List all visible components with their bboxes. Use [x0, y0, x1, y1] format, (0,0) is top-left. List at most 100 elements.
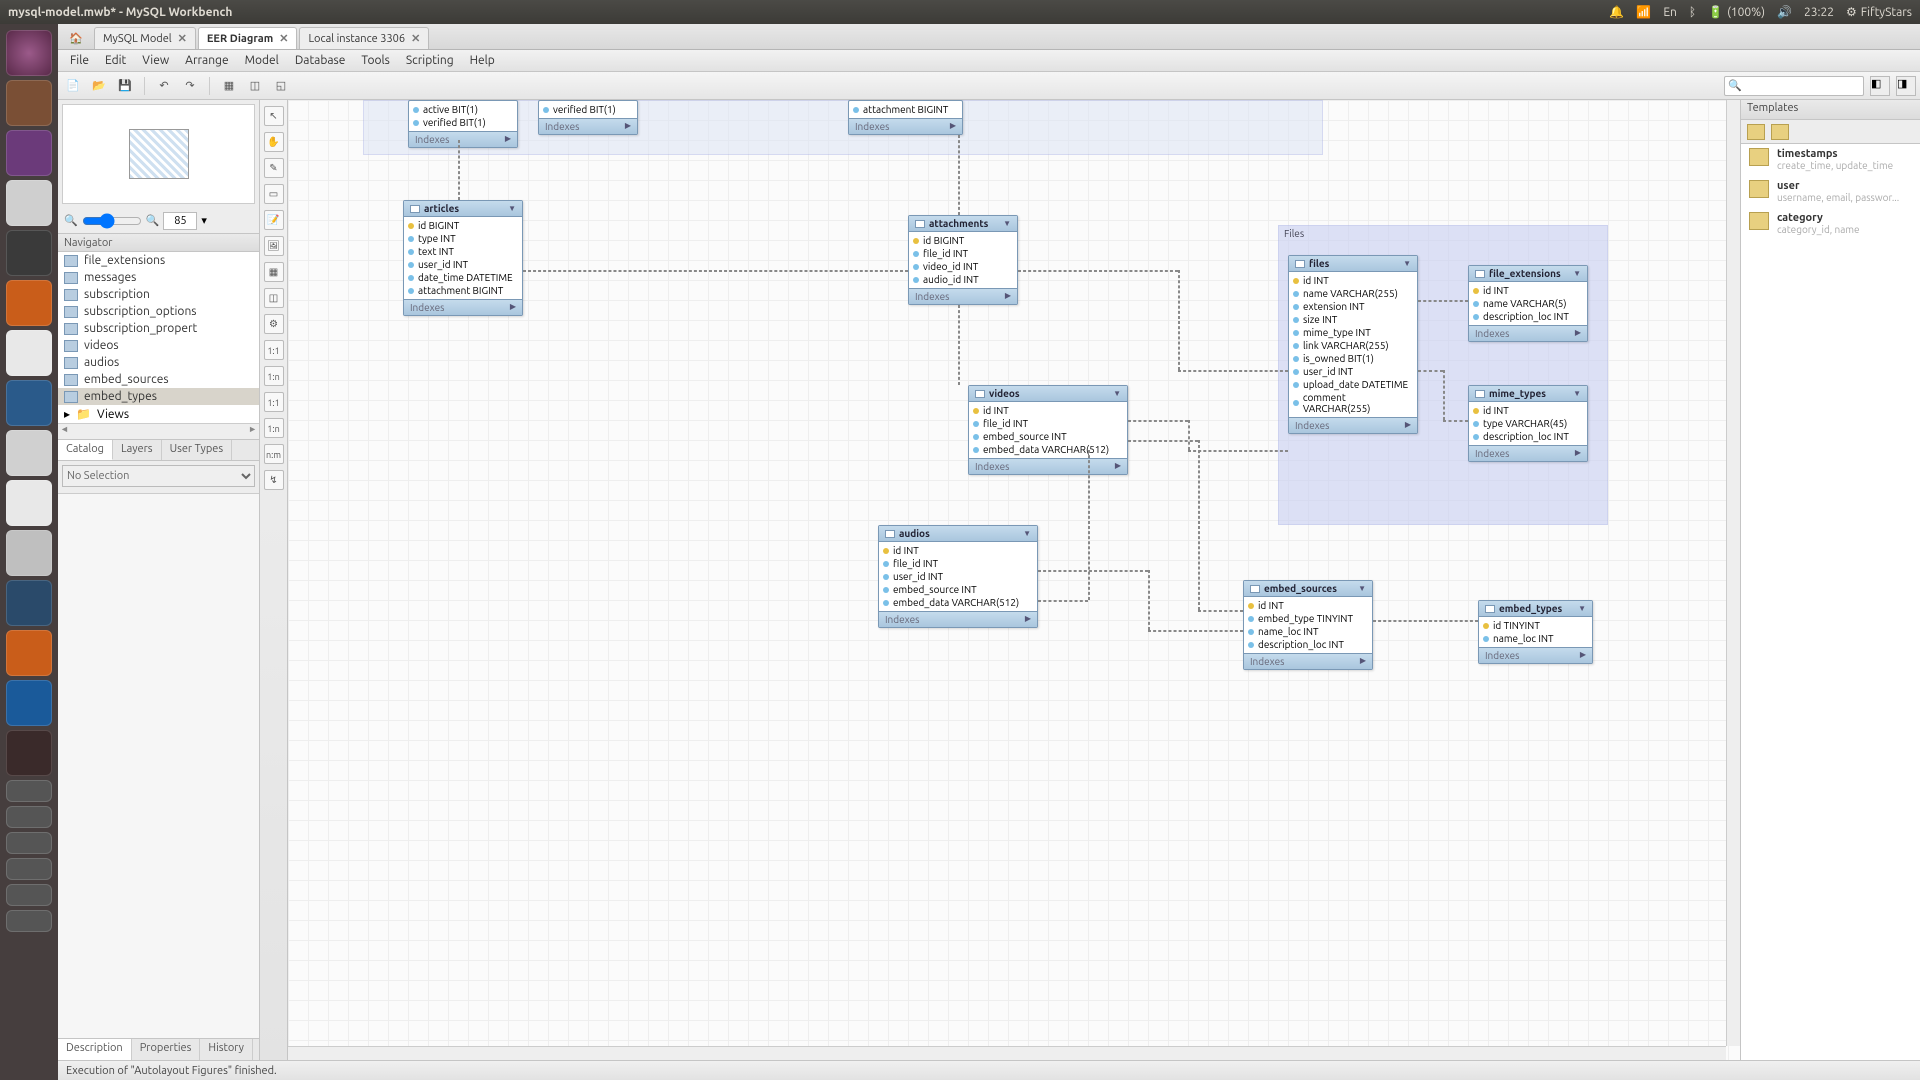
- column-row[interactable]: embed_type TINYINT: [1248, 612, 1368, 625]
- view-tool-icon[interactable]: ◫: [264, 288, 284, 308]
- rel-11-id-tool[interactable]: 1:1: [264, 392, 284, 412]
- column-row[interactable]: description_loc INT: [1248, 638, 1368, 651]
- column-row[interactable]: name VARCHAR(5): [1473, 297, 1583, 310]
- column-row[interactable]: mime_type INT: [1293, 326, 1413, 339]
- open-file-icon[interactable]: 📂: [88, 75, 110, 97]
- bottom-tab-history[interactable]: History: [200, 1039, 253, 1060]
- canvas-hscrollbar[interactable]: [288, 1046, 1726, 1060]
- column-row[interactable]: comment VARCHAR(255): [1293, 391, 1413, 415]
- redo-icon[interactable]: ↷: [179, 75, 201, 97]
- bottom-tab-properties[interactable]: Properties: [132, 1039, 201, 1060]
- catalog-tree[interactable]: file_extensionsmessagessubscriptionsubsc…: [58, 252, 259, 423]
- eraser-tool-icon[interactable]: ✎: [264, 158, 284, 178]
- bluetooth-icon[interactable]: ᛒ: [1689, 6, 1696, 19]
- battery-indicator[interactable]: 🔋 (100%): [1708, 5, 1765, 19]
- launcher-firefox-icon[interactable]: [6, 280, 52, 326]
- catalog-item[interactable]: file_extensions: [58, 252, 259, 269]
- catalog-item[interactable]: embed_types: [58, 388, 259, 405]
- connection-tab[interactable]: Local instance 3306✕: [299, 27, 429, 49]
- zoom-dropdown-icon[interactable]: ▾: [201, 214, 207, 227]
- launcher-running4-icon[interactable]: [6, 858, 52, 880]
- launcher-running2-icon[interactable]: [6, 806, 52, 828]
- column-row[interactable]: upload_date DATETIME: [1293, 378, 1413, 391]
- column-row[interactable]: description_loc INT: [1473, 310, 1583, 323]
- table-fragment3[interactable]: attachment BIGINT Indexes▶: [848, 100, 963, 135]
- menu-database[interactable]: Database: [287, 54, 354, 67]
- column-row[interactable]: verified BIT(1): [413, 116, 513, 129]
- dash-icon[interactable]: [6, 30, 52, 76]
- launcher-chromium-icon[interactable]: [6, 630, 52, 676]
- column-row[interactable]: id BIGINT: [913, 234, 1013, 247]
- rel-1n-id-tool[interactable]: 1:n: [264, 418, 284, 438]
- column-row[interactable]: attachment BIGINT: [408, 284, 518, 297]
- table-mime-types[interactable]: mime_types▼ id INTtype VARCHAR(45)descri…: [1468, 385, 1588, 462]
- catalog-item[interactable]: subscription: [58, 286, 259, 303]
- nav-tab-user-types[interactable]: User Types: [162, 440, 233, 460]
- rel-11-nonid-tool[interactable]: 1:1: [264, 340, 284, 360]
- save-icon[interactable]: 💾: [114, 75, 136, 97]
- rel-1n-nonid-tool[interactable]: 1:n: [264, 366, 284, 386]
- catalog-item[interactable]: videos: [58, 337, 259, 354]
- column-row[interactable]: embed_data VARCHAR(512): [883, 596, 1033, 609]
- catalog-item[interactable]: embed_sources: [58, 371, 259, 388]
- column-row[interactable]: user_id INT: [1293, 365, 1413, 378]
- hand-tool-icon[interactable]: ✋: [264, 132, 284, 152]
- sound-icon[interactable]: 🔊: [1777, 5, 1792, 19]
- undo-icon[interactable]: ↶: [153, 75, 175, 97]
- catalog-item[interactable]: subscription_options: [58, 303, 259, 320]
- catalog-item[interactable]: messages: [58, 269, 259, 286]
- layer-tool-icon[interactable]: ▭: [264, 184, 284, 204]
- table-audios[interactable]: audios▼ id INTfile_id INTuser_id INTembe…: [878, 525, 1038, 628]
- menu-tools[interactable]: Tools: [353, 54, 398, 67]
- zoom-value-input[interactable]: [163, 212, 197, 230]
- catalog-hscroll[interactable]: [58, 423, 259, 439]
- routine-tool-icon[interactable]: ⚙: [264, 314, 284, 334]
- launcher-running5-icon[interactable]: [6, 884, 52, 906]
- launcher-app-icon[interactable]: [6, 130, 52, 176]
- template-item[interactable]: userusername, email, passwor...: [1741, 176, 1920, 208]
- launcher-terminal-icon[interactable]: [6, 730, 52, 776]
- column-row[interactable]: type INT: [408, 232, 518, 245]
- menu-arrange[interactable]: Arrange: [177, 54, 236, 67]
- column-row[interactable]: verified BIT(1): [543, 103, 633, 116]
- clock[interactable]: 23:22: [1804, 6, 1834, 19]
- tab-close-icon[interactable]: ✕: [279, 32, 288, 45]
- table-file-extensions[interactable]: file_extensions▼ id INTname VARCHAR(5)de…: [1468, 265, 1588, 342]
- column-row[interactable]: name_loc INT: [1248, 625, 1368, 638]
- launcher-running6-icon[interactable]: [6, 910, 52, 932]
- nav-tab-catalog[interactable]: Catalog: [58, 440, 113, 460]
- table-videos[interactable]: videos▼ id INTfile_id INTembed_source IN…: [968, 385, 1128, 475]
- menu-file[interactable]: File: [62, 54, 97, 67]
- toggle-sidebar-icon[interactable]: ◧: [1870, 76, 1890, 96]
- bottom-tab-description[interactable]: Description: [58, 1039, 132, 1060]
- template-manage-icon[interactable]: [1771, 124, 1789, 140]
- column-row[interactable]: extension INT: [1293, 300, 1413, 313]
- column-row[interactable]: size INT: [1293, 313, 1413, 326]
- pointer-tool-icon[interactable]: ↖: [264, 106, 284, 126]
- column-row[interactable]: embed_source INT: [883, 583, 1033, 596]
- launcher-running3-icon[interactable]: [6, 832, 52, 854]
- column-row[interactable]: name_loc INT: [1483, 632, 1588, 645]
- column-row[interactable]: name VARCHAR(255): [1293, 287, 1413, 300]
- grid-toggle-icon[interactable]: ▦: [218, 75, 240, 97]
- column-row[interactable]: video_id INT: [913, 260, 1013, 273]
- table-fragment2[interactable]: verified BIT(1) Indexes▶: [538, 100, 638, 135]
- table-files[interactable]: files▼ id INTname VARCHAR(255)extension …: [1288, 255, 1418, 434]
- image-tool-icon[interactable]: 🖼: [264, 236, 284, 256]
- column-row[interactable]: id INT: [1473, 284, 1583, 297]
- column-row[interactable]: link VARCHAR(255): [1293, 339, 1413, 352]
- column-row[interactable]: embed_data VARCHAR(512): [973, 443, 1123, 456]
- column-row[interactable]: file_id INT: [883, 557, 1033, 570]
- menu-help[interactable]: Help: [462, 54, 503, 67]
- keyboard-lang[interactable]: En: [1663, 6, 1677, 19]
- column-row[interactable]: user_id INT: [883, 570, 1033, 583]
- rel-nm-tool[interactable]: n:m: [264, 444, 284, 464]
- notation-icon[interactable]: ◱: [270, 75, 292, 97]
- catalog-views-folder[interactable]: ▸📁Views: [58, 405, 259, 423]
- menu-view[interactable]: View: [134, 54, 177, 67]
- search-input[interactable]: [1724, 76, 1864, 96]
- birdseye-view[interactable]: [62, 104, 255, 204]
- column-row[interactable]: attachment BIGINT: [853, 103, 958, 116]
- launcher-android-icon[interactable]: [6, 530, 52, 576]
- column-row[interactable]: active BIT(1): [413, 103, 513, 116]
